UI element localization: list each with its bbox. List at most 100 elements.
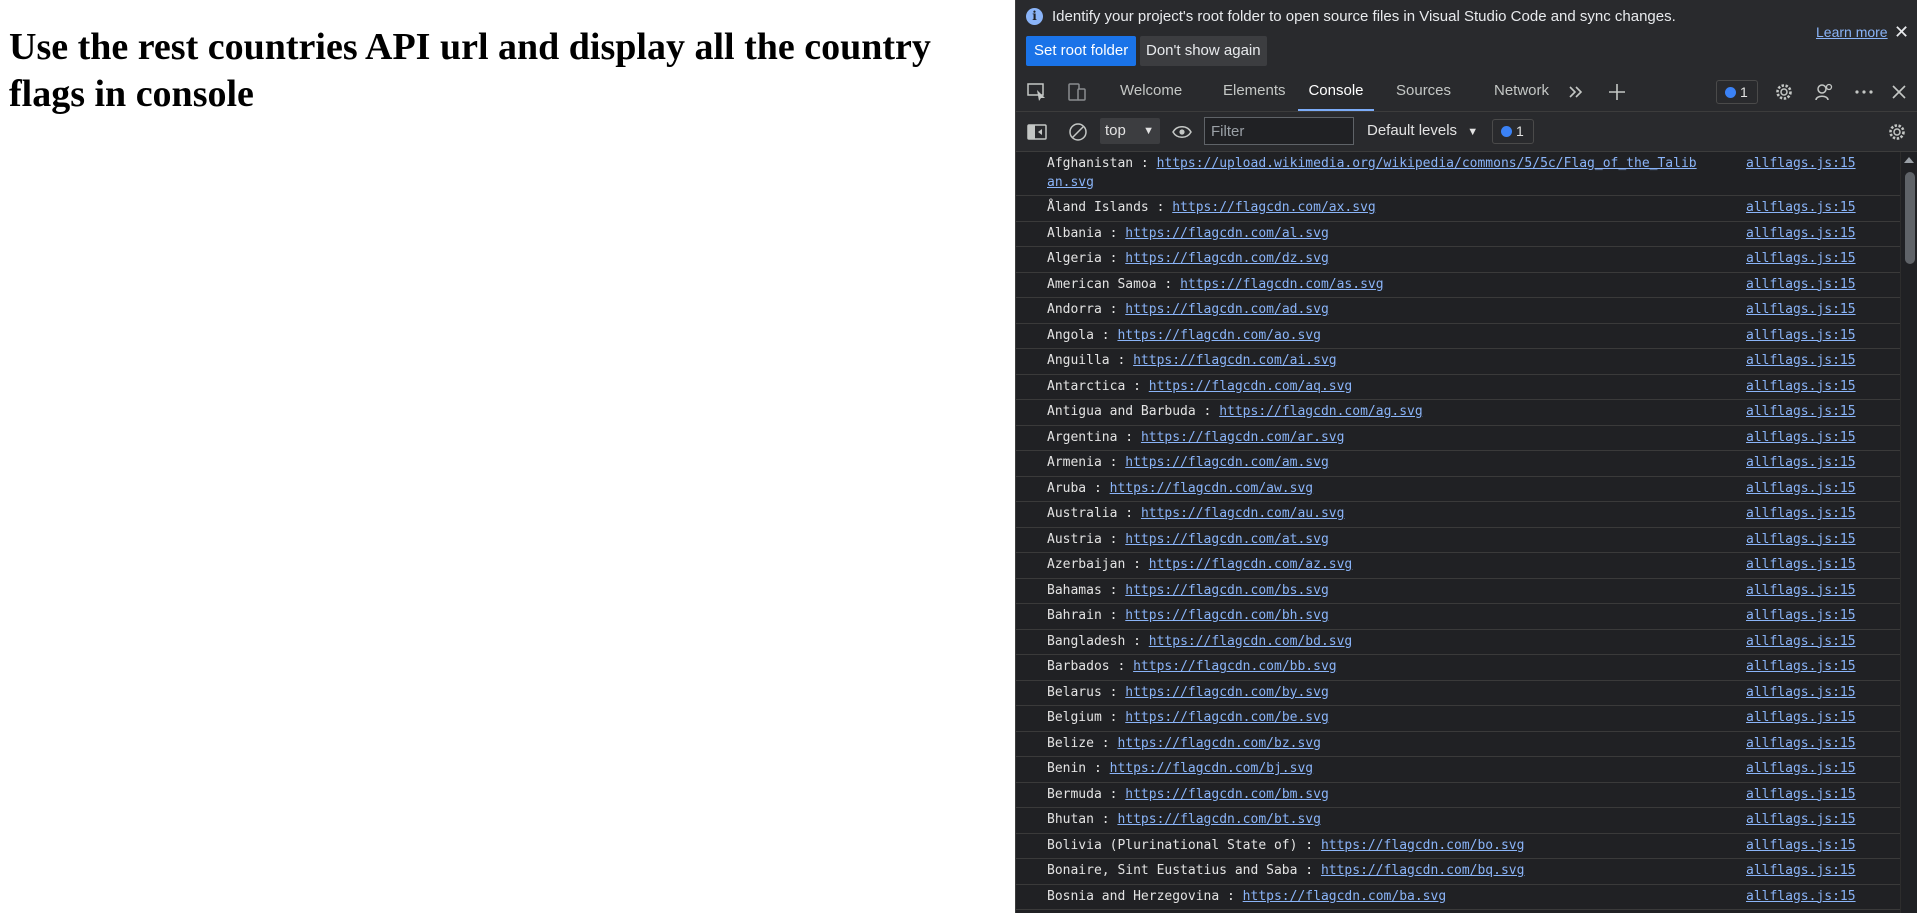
scroll-up-arrow-icon[interactable]: [1904, 157, 1914, 163]
flag-url-link[interactable]: https://flagcdn.com/at.svg: [1125, 532, 1329, 547]
flag-url-link[interactable]: https://flagcdn.com/bt.svg: [1117, 812, 1321, 827]
flag-url-link[interactable]: https://flagcdn.com/am.svg: [1125, 455, 1329, 470]
flag-url-link[interactable]: https://flagcdn.com/ai.svg: [1133, 353, 1337, 368]
source-link[interactable]: allflags.js:15: [1746, 531, 1856, 550]
context-select[interactable]: top ▼: [1100, 118, 1160, 144]
source-link[interactable]: allflags.js:15: [1746, 454, 1856, 473]
settings-gear-icon[interactable]: [1773, 81, 1795, 103]
source-link[interactable]: allflags.js:15: [1746, 888, 1856, 907]
flag-url-link[interactable]: https://flagcdn.com/az.svg: [1149, 557, 1353, 572]
flag-url-link[interactable]: https://flagcdn.com/bz.svg: [1117, 736, 1321, 751]
console-settings-gear-icon[interactable]: [1886, 121, 1908, 143]
log-row: Azerbaijan : https://flagcdn.com/az.svg a…: [1016, 553, 1900, 579]
source-link[interactable]: allflags.js:15: [1746, 837, 1856, 856]
country-name: Albania: [1047, 225, 1102, 241]
source-link[interactable]: allflags.js:15: [1746, 607, 1856, 626]
source-link[interactable]: allflags.js:15: [1746, 582, 1856, 601]
tab-network[interactable]: Network: [1494, 72, 1549, 111]
country-name: American Samoa: [1047, 276, 1157, 292]
tab-welcome[interactable]: Welcome: [1120, 72, 1182, 111]
flag-url-link[interactable]: https://flagcdn.com/ba.svg: [1243, 889, 1447, 904]
flag-url-link[interactable]: https://flagcdn.com/ao.svg: [1117, 328, 1321, 343]
source-link[interactable]: allflags.js:15: [1746, 352, 1856, 371]
chevron-down-icon: ▼: [1143, 125, 1154, 137]
close-devtools-icon[interactable]: [1888, 81, 1910, 103]
source-link[interactable]: allflags.js:15: [1746, 403, 1856, 422]
set-root-folder-button[interactable]: Set root folder: [1026, 36, 1137, 66]
flag-url-link[interactable]: https://flagcdn.com/ag.svg: [1219, 404, 1423, 419]
tab-console[interactable]: Console: [1298, 72, 1374, 111]
source-link[interactable]: allflags.js:15: [1746, 811, 1856, 830]
console-scrollbar[interactable]: [1900, 152, 1917, 913]
source-link[interactable]: allflags.js:15: [1746, 735, 1856, 754]
source-link[interactable]: allflags.js:15: [1746, 862, 1856, 881]
clear-console-icon[interactable]: [1067, 121, 1089, 143]
flag-url-link[interactable]: https://flagcdn.com/bb.svg: [1133, 659, 1337, 674]
source-link[interactable]: allflags.js:15: [1746, 760, 1856, 779]
flag-url-link[interactable]: https://flagcdn.com/al.svg: [1125, 226, 1329, 241]
flag-url-link[interactable]: https://flagcdn.com/aw.svg: [1110, 481, 1314, 496]
tab-sources[interactable]: Sources: [1396, 72, 1451, 111]
flag-url-link[interactable]: https://flagcdn.com/bo.svg: [1321, 838, 1525, 853]
source-link[interactable]: allflags.js:15: [1746, 155, 1856, 174]
source-link[interactable]: allflags.js:15: [1746, 786, 1856, 805]
source-link[interactable]: allflags.js:15: [1746, 199, 1856, 218]
issues-badge[interactable]: 1: [1716, 80, 1758, 104]
console-issues-badge[interactable]: 1: [1492, 119, 1534, 144]
country-name: Belgium: [1047, 710, 1102, 725]
source-link[interactable]: allflags.js:15: [1746, 556, 1856, 575]
inspect-element-icon[interactable]: [1026, 81, 1048, 103]
log-levels-dropdown[interactable]: Default levels ▼: [1367, 118, 1478, 144]
flag-url-link[interactable]: https://flagcdn.com/aq.svg: [1149, 379, 1353, 394]
source-link[interactable]: allflags.js:15: [1746, 709, 1856, 728]
flag-url-link[interactable]: https://flagcdn.com/ad.svg: [1125, 302, 1329, 317]
dont-show-again-button[interactable]: Don't show again: [1140, 36, 1267, 66]
source-link[interactable]: allflags.js:15: [1746, 684, 1856, 703]
source-link[interactable]: allflags.js:15: [1746, 276, 1856, 295]
flag-url-link[interactable]: https://flagcdn.com/bq.svg: [1321, 863, 1525, 878]
source-link[interactable]: allflags.js:15: [1746, 480, 1856, 499]
flag-url-link[interactable]: https://flagcdn.com/bd.svg: [1149, 634, 1353, 649]
flag-url-link[interactable]: https://flagcdn.com/be.svg: [1125, 710, 1329, 725]
flag-url-link[interactable]: https://flagcdn.com/dz.svg: [1125, 251, 1329, 266]
flag-url-link[interactable]: https://flagcdn.com/bj.svg: [1110, 761, 1314, 776]
flag-url-link[interactable]: https://flagcdn.com/au.svg: [1141, 506, 1345, 521]
live-expression-eye-icon[interactable]: [1171, 121, 1193, 143]
infobar-close-icon[interactable]: ✕: [1894, 22, 1909, 43]
log-row: Belize : https://flagcdn.com/bz.svg allfl…: [1016, 732, 1900, 757]
source-link[interactable]: allflags.js:15: [1746, 505, 1856, 524]
source-link[interactable]: allflags.js:15: [1746, 378, 1856, 397]
flag-url-link[interactable]: https://flagcdn.com/ar.svg: [1141, 430, 1345, 445]
more-options-icon[interactable]: [1853, 81, 1875, 103]
filter-input[interactable]: [1204, 117, 1354, 145]
flag-url-link[interactable]: https://flagcdn.com/as.svg: [1180, 277, 1384, 292]
flag-url-link[interactable]: https://flagcdn.com/bm.svg: [1125, 787, 1329, 802]
scrollbar-thumb[interactable]: [1905, 172, 1915, 264]
source-link[interactable]: allflags.js:15: [1746, 633, 1856, 652]
source-link[interactable]: allflags.js:15: [1746, 658, 1856, 677]
sidebar-toggle-icon[interactable]: [1026, 121, 1048, 143]
log-row: Bangladesh : https://flagcdn.com/bd.svg a…: [1016, 630, 1900, 655]
flag-url-link[interactable]: https://flagcdn.com/bh.svg: [1125, 608, 1329, 623]
country-name: Azerbaijan: [1047, 557, 1126, 572]
log-row: Belarus : https://flagcdn.com/by.svg allf…: [1016, 681, 1900, 706]
more-tabs-icon[interactable]: [1565, 81, 1587, 103]
issues-count: 1: [1740, 84, 1748, 100]
country-name: Algeria: [1047, 251, 1102, 266]
source-link[interactable]: allflags.js:15: [1746, 301, 1856, 320]
source-link[interactable]: allflags.js:15: [1746, 429, 1856, 448]
flag-url-link[interactable]: https://flagcdn.com/bs.svg: [1125, 583, 1329, 598]
flag-url-link[interactable]: https://flagcdn.com/by.svg: [1125, 685, 1329, 700]
learn-more-link[interactable]: Learn more: [1816, 24, 1888, 40]
source-link[interactable]: allflags.js:15: [1746, 225, 1856, 244]
flag-url-link[interactable]: https://flagcdn.com/ax.svg: [1172, 200, 1376, 215]
flag-url-link[interactable]: https://upload.wikimedia.org/wikipedia/c…: [1047, 156, 1697, 190]
source-link[interactable]: allflags.js:15: [1746, 327, 1856, 346]
source-link[interactable]: allflags.js:15: [1746, 250, 1856, 269]
tab-elements[interactable]: Elements: [1223, 72, 1286, 111]
customize-icon[interactable]: [1813, 81, 1835, 103]
device-emulation-icon[interactable]: [1066, 81, 1088, 103]
log-row: Bhutan : https://flagcdn.com/bt.svg allfl…: [1016, 808, 1900, 834]
log-row: Bosnia and Herzegovina : https://flagcdn…: [1016, 885, 1900, 910]
add-tab-icon[interactable]: [1606, 81, 1628, 103]
